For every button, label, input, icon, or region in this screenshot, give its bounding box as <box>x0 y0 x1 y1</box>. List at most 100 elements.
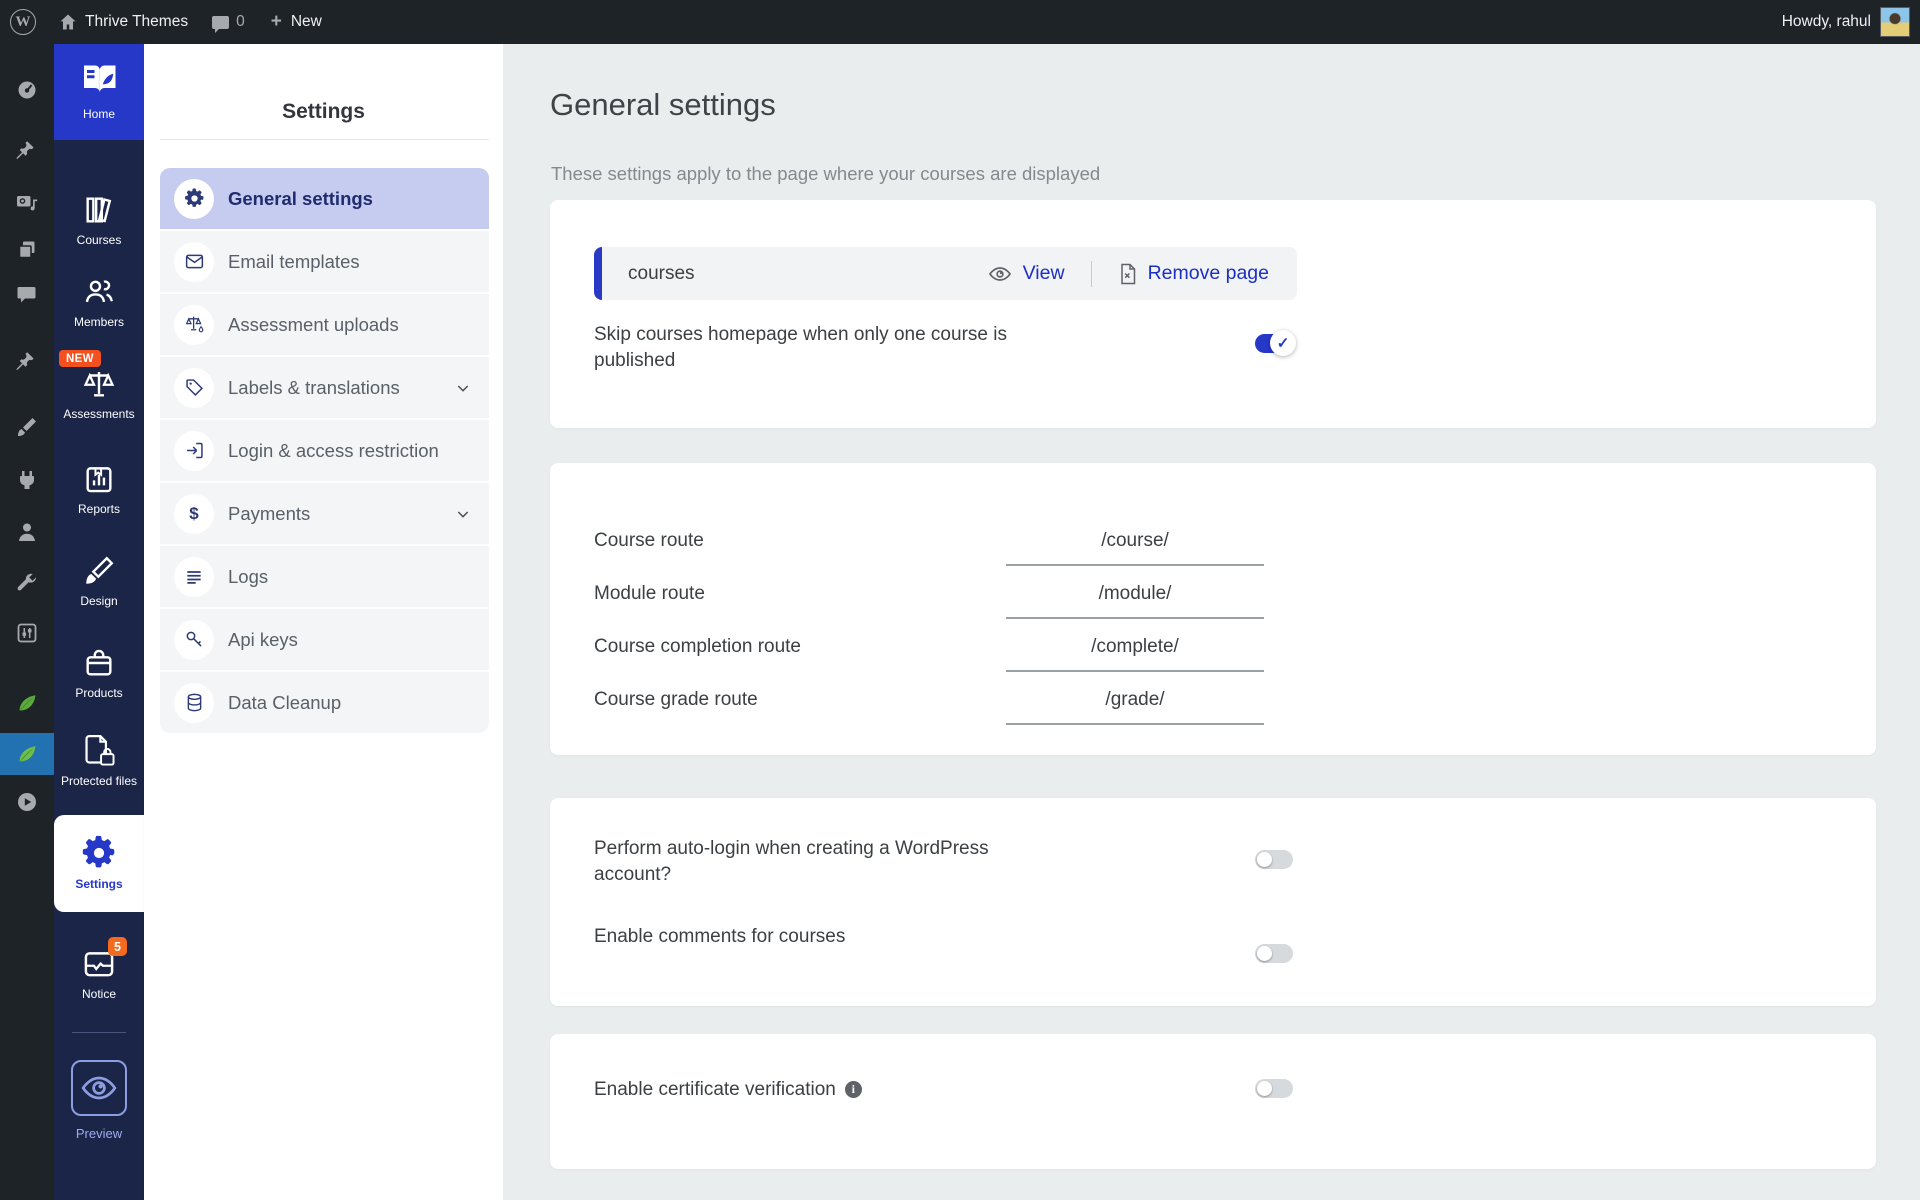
skip-homepage-toggle[interactable]: ✓ <box>1255 334 1293 353</box>
paint-brush-icon <box>82 554 116 588</box>
sidebar-item-home[interactable]: Home <box>54 44 144 140</box>
key-icon <box>174 620 214 660</box>
enable-comments-toggle[interactable]: ✓ <box>1255 944 1293 963</box>
page-title: General settings <box>550 87 776 123</box>
admin-bar-comments[interactable]: 0 <box>212 13 245 31</box>
new-badge: NEW <box>59 350 101 367</box>
auto-login-toggle[interactable]: ✓ <box>1255 850 1293 869</box>
menu-item-label: Assessment uploads <box>228 314 399 336</box>
sidebar-item-members[interactable]: Members <box>54 275 144 330</box>
posts-pin-icon[interactable] <box>15 140 39 164</box>
course-page-bar: courses View Remove page <box>594 247 1297 300</box>
completion-route-input[interactable]: /complete/ <box>1006 636 1264 672</box>
route-label: Course route <box>594 530 994 566</box>
envelope-icon <box>174 242 214 282</box>
sidebar-item-notice[interactable]: 5 Notice <box>54 949 144 1002</box>
admin-bar-new[interactable]: + New <box>271 11 322 33</box>
menu-item-login-access[interactable]: Login & access restriction <box>160 420 489 481</box>
dashboard-icon[interactable] <box>15 78 39 102</box>
wp-admin-rail <box>0 44 54 1200</box>
menu-item-email-templates[interactable]: Email templates <box>160 231 489 292</box>
course-page-card: courses View Remove page Skip courses ho… <box>550 200 1876 428</box>
comments-icon[interactable] <box>15 283 39 307</box>
sidebar-item-preview[interactable]: Preview <box>54 1060 144 1143</box>
pin-icon[interactable] <box>15 351 39 375</box>
gear-icon <box>174 179 214 219</box>
database-icon <box>174 683 214 723</box>
eye-icon <box>80 1073 118 1103</box>
settings-menu: General settings Email templates Assessm… <box>160 168 489 733</box>
comments-count: 0 <box>236 13 245 31</box>
course-route-input[interactable]: /course/ <box>1006 530 1264 566</box>
route-label: Module route <box>594 583 994 619</box>
route-row: Course route /course/ <box>594 513 1824 566</box>
thrive-active-item[interactable] <box>0 733 54 775</box>
sidebar-item-label: Notice <box>54 986 144 1002</box>
howdy-text: Howdy, rahul <box>1782 13 1871 31</box>
avatar[interactable] <box>1880 7 1910 37</box>
media-icon[interactable] <box>15 191 39 215</box>
menu-item-payments[interactable]: $ Payments <box>160 483 489 544</box>
file-lock-icon <box>81 732 117 768</box>
comment-bubble-icon <box>212 16 229 29</box>
thrive-sidebar: Home Courses Members NEW Assessments Rep… <box>54 44 144 1200</box>
scales-droplet-icon <box>174 305 214 345</box>
plugins-icon[interactable] <box>15 468 39 492</box>
route-label: Course completion route <box>594 636 994 672</box>
auto-login-label: Perform auto-login when creating a WordP… <box>594 836 994 888</box>
certificate-toggle[interactable]: ✓ <box>1255 1079 1293 1098</box>
product-bag-icon <box>82 646 116 680</box>
sidebar-item-label: Home <box>83 106 115 122</box>
panel-title: Settings <box>144 100 503 124</box>
login-arrow-icon <box>174 431 214 471</box>
sidebar-item-protected-files[interactable]: Protected files <box>54 732 144 789</box>
video-play-icon[interactable] <box>15 790 39 814</box>
course-page-name: courses <box>628 263 695 285</box>
thrive-book-logo-icon <box>77 61 121 97</box>
enable-comments-label: Enable comments for courses <box>594 924 1054 950</box>
menu-item-general-settings[interactable]: General settings <box>160 168 489 229</box>
chevron-down-icon[interactable] <box>455 380 471 396</box>
sidebar-item-courses[interactable]: Courses <box>54 193 144 248</box>
pages-icon[interactable] <box>15 238 39 262</box>
report-chart-icon <box>82 462 116 496</box>
menu-item-api-keys[interactable]: Api keys <box>160 609 489 670</box>
sidebar-item-label: Reports <box>54 501 144 517</box>
thrive-leaf-active-icon <box>15 742 39 766</box>
grade-route-input[interactable]: /grade/ <box>1006 689 1264 725</box>
view-page-link[interactable]: View <box>987 262 1065 285</box>
settings-sliders-icon[interactable] <box>15 621 39 645</box>
sidebar-item-design[interactable]: Design <box>54 554 144 609</box>
sidebar-item-reports[interactable]: Reports <box>54 462 144 517</box>
appearance-brush-icon[interactable] <box>15 415 39 439</box>
sidebar-item-label: Protected files <box>54 773 144 789</box>
sidebar-item-label: Settings <box>75 876 122 892</box>
route-row: Course grade route /grade/ <box>594 672 1824 725</box>
route-label: Course grade route <box>594 689 994 725</box>
thrive-leaf-icon[interactable] <box>15 691 39 715</box>
wp-admin-bar: W Thrive Themes 0 + New Howdy, rahul <box>0 0 1920 44</box>
menu-item-labels-translations[interactable]: Labels & translations <box>160 357 489 418</box>
sidebar-item-products[interactable]: Products <box>54 646 144 701</box>
howdy-menu[interactable]: Howdy, rahul <box>1782 13 1871 31</box>
sidebar-item-label: Courses <box>54 232 144 248</box>
menu-item-data-cleanup[interactable]: Data Cleanup <box>160 672 489 733</box>
remove-page-link[interactable]: Remove page <box>1118 262 1269 286</box>
menu-item-logs[interactable]: Logs <box>160 546 489 607</box>
admin-bar-site[interactable]: Thrive Themes <box>58 12 188 32</box>
route-row: Module route /module/ <box>594 566 1824 619</box>
users-icon[interactable] <box>15 520 39 544</box>
certificate-row: Enable certificate verification i <box>594 1077 1114 1103</box>
menu-item-assessment-uploads[interactable]: Assessment uploads <box>160 294 489 355</box>
new-label: New <box>291 13 322 31</box>
view-label: View <box>1023 262 1065 285</box>
sidebar-item-settings[interactable]: Settings <box>54 815 144 912</box>
sidebar-item-assessments[interactable]: NEW Assessments <box>54 367 144 422</box>
panel-divider <box>160 139 489 140</box>
wordpress-logo-icon[interactable]: W <box>10 9 36 35</box>
sidebar-item-label: Preview <box>54 1125 144 1143</box>
info-icon[interactable]: i <box>845 1081 862 1098</box>
tools-wrench-icon[interactable] <box>15 571 39 595</box>
chevron-down-icon[interactable] <box>455 506 471 522</box>
module-route-input[interactable]: /module/ <box>1006 583 1264 619</box>
